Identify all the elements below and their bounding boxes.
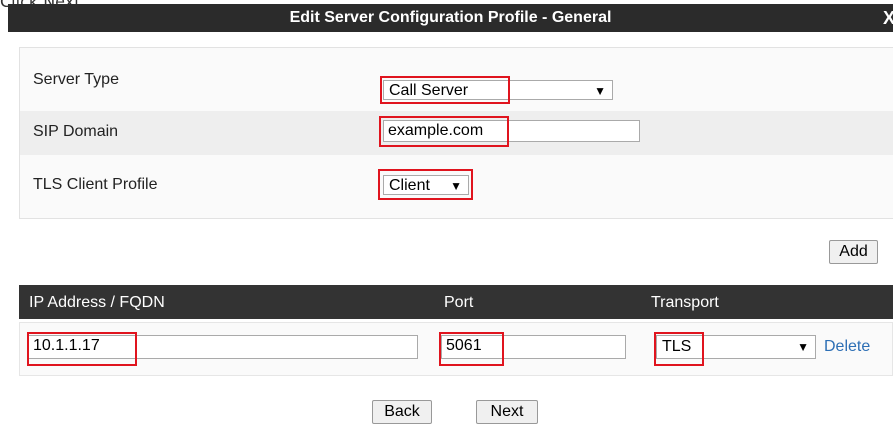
- add-button[interactable]: Add: [829, 240, 878, 264]
- server-type-row: Server Type Call Server ▼: [20, 59, 893, 104]
- sip-domain-label: SIP Domain: [33, 123, 119, 140]
- close-icon[interactable]: X: [883, 8, 893, 29]
- sip-domain-row: SIP Domain example.com: [20, 111, 893, 155]
- ip-address-highlight: [27, 332, 137, 366]
- port-header: Port: [444, 294, 474, 311]
- back-button[interactable]: Back: [372, 400, 432, 424]
- tls-client-profile-label: TLS Client Profile: [33, 176, 158, 193]
- port-highlight: [439, 332, 504, 366]
- next-button[interactable]: Next: [476, 400, 538, 424]
- tls-client-profile-highlight: [378, 169, 473, 200]
- tls-client-profile-row: TLS Client Profile Client ▼: [20, 164, 893, 208]
- ip-address-header: IP Address / FQDN: [29, 294, 165, 311]
- dialog-title-bar: Edit Server Configuration Profile - Gene…: [8, 4, 893, 32]
- transport-header: Transport: [651, 294, 719, 311]
- sip-domain-highlight: [379, 116, 509, 147]
- table-row: 10.1.1.17 5061 TLS ▼ Delete: [19, 322, 893, 376]
- servers-table-header: IP Address / FQDN Port Transport: [19, 285, 893, 319]
- dialog-title: Edit Server Configuration Profile - Gene…: [289, 9, 612, 26]
- chevron-down-icon: ▼: [797, 340, 809, 354]
- transport-highlight: [654, 332, 704, 366]
- server-type-label: Server Type: [33, 71, 119, 88]
- delete-link[interactable]: Delete: [824, 338, 870, 356]
- chevron-down-icon: ▼: [594, 84, 606, 98]
- server-type-highlight: [380, 76, 510, 104]
- general-settings-panel: Server Type Call Server ▼ SIP Domain exa…: [19, 47, 893, 219]
